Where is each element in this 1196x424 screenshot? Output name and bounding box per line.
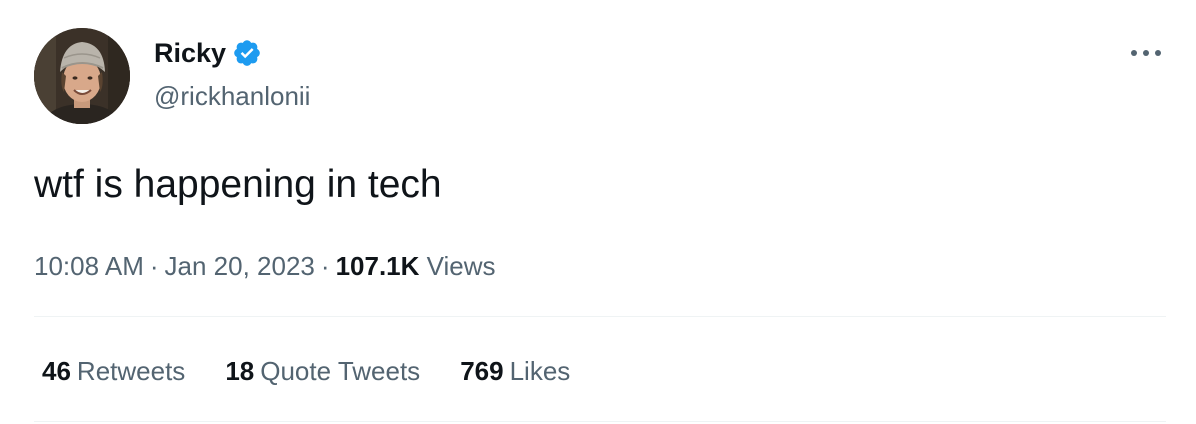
likes-count: 769	[460, 356, 504, 386]
meta-separator: ·	[320, 251, 330, 281]
display-name[interactable]: Ricky	[154, 36, 226, 70]
author-name-row: Ricky	[154, 36, 262, 70]
user-handle[interactable]: @rickhanlonii	[154, 80, 310, 112]
quote-tweets-count: 18	[225, 356, 255, 386]
tweet-card: Ricky @rickhanlonii wtf is happening in …	[0, 0, 1196, 424]
tweet-meta: 10:08 AM · Jan 20, 2023 · 107.1K Views	[34, 249, 496, 283]
views-count: 107.1K	[335, 251, 420, 281]
tweet-time[interactable]: 10:08 AM	[34, 251, 144, 281]
retweets-label: Retweets	[76, 356, 186, 386]
divider	[34, 316, 1166, 317]
tweet-date[interactable]: Jan 20, 2023	[165, 251, 315, 281]
more-options-icon	[1131, 50, 1161, 56]
views-label: Views	[426, 251, 496, 281]
avatar[interactable]	[34, 28, 130, 124]
likes-label: Likes	[509, 356, 571, 386]
retweets-stat[interactable]: 46 Retweets	[42, 354, 185, 388]
tweet-text: wtf is happening in tech	[34, 163, 442, 206]
quote-tweets-label: Quote Tweets	[260, 356, 421, 386]
divider	[34, 421, 1166, 422]
retweets-count: 46	[42, 356, 71, 386]
quote-tweets-stat[interactable]: 18 Quote Tweets	[225, 354, 420, 388]
verified-badge-icon[interactable]	[232, 38, 262, 68]
meta-separator: ·	[149, 251, 159, 281]
likes-stat[interactable]: 769 Likes	[460, 354, 570, 388]
more-options-button[interactable]	[1126, 38, 1166, 68]
engagement-stats: 46 Retweets 18 Quote Tweets 769 Likes	[42, 354, 570, 388]
